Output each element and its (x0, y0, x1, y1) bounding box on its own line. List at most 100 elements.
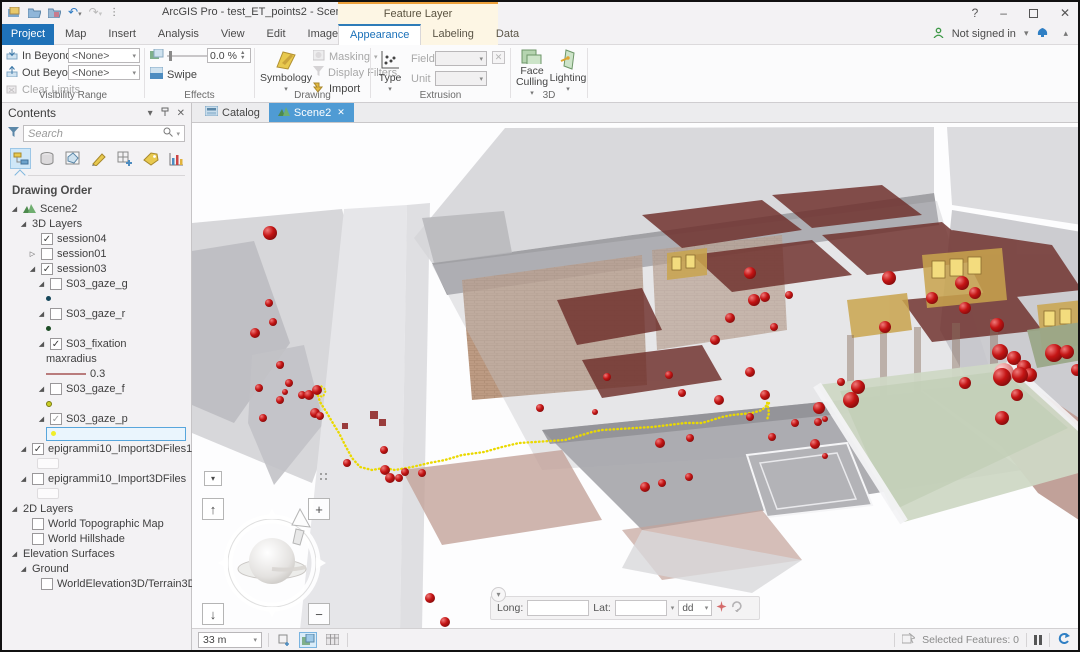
layer-visibility-checkbox[interactable]: ✓ (32, 443, 44, 455)
expander-icon[interactable]: ◢ (19, 445, 28, 453)
expander-icon[interactable]: ◢ (10, 550, 19, 558)
layer-tree-item[interactable]: ◢Ground (2, 561, 191, 576)
expander-icon[interactable]: ◢ (37, 280, 46, 288)
list-by-source-icon[interactable] (36, 148, 57, 169)
layer-visibility-checkbox[interactable] (41, 248, 53, 260)
view-tab-scene2[interactable]: Scene2 ✕ (269, 103, 354, 122)
expander-icon[interactable]: ◢ (28, 265, 37, 273)
layer-tree-item[interactable]: ◢S03_gaze_g (2, 276, 191, 291)
layer-tree-item[interactable]: ◢S03_gaze_f (2, 381, 191, 396)
view-tab-catalog[interactable]: Catalog (196, 103, 269, 122)
list-by-charts-icon[interactable] (166, 148, 187, 169)
expander-icon[interactable]: ▷ (28, 250, 37, 258)
list-by-selection-icon[interactable] (62, 148, 83, 169)
navigator-collapse-icon[interactable]: ▾ (204, 471, 222, 486)
layer-tree-item[interactable]: World Topographic Map (2, 516, 191, 531)
expander-icon[interactable]: ◢ (19, 565, 28, 573)
layer-visibility-checkbox[interactable] (50, 308, 62, 320)
panel-close-icon[interactable]: ✕ (177, 108, 185, 119)
latitude-input[interactable] (615, 600, 667, 616)
out-beyond-combo[interactable]: <None>▾ (68, 65, 140, 80)
minimize-button[interactable]: – (1000, 6, 1007, 20)
scene-viewport[interactable]: ▾ ↑ + ↓ − (192, 123, 1078, 628)
layer-tree-item[interactable]: maxradius (2, 351, 191, 366)
layer-visibility-checkbox[interactable] (50, 383, 62, 395)
close-button[interactable]: ✕ (1060, 6, 1070, 20)
signin-status[interactable]: Not signed in (952, 28, 1016, 40)
in-beyond-combo[interactable]: <None>▾ (68, 48, 140, 63)
tab-map[interactable]: Map (54, 24, 97, 45)
new-project-icon[interactable] (8, 7, 21, 18)
qat-customize-button[interactable]: ⋮ (109, 7, 120, 18)
layer-visibility-checkbox[interactable] (50, 278, 62, 290)
refresh-icon[interactable] (1057, 632, 1070, 647)
scale-combo[interactable]: 33 m▾ (198, 632, 262, 648)
layer-visibility-checkbox[interactable]: ✓ (41, 263, 53, 275)
maximize-button[interactable] (1029, 9, 1038, 18)
search-input[interactable]: Search ▾ (23, 125, 185, 142)
layer-visibility-checkbox[interactable] (32, 533, 44, 545)
expander-icon[interactable]: ◢ (19, 220, 28, 228)
collapse-ribbon-icon[interactable]: ▴ (1063, 28, 1068, 39)
layer-tree-item[interactable]: ◢✓S03_gaze_p (2, 411, 191, 426)
flash-location-icon[interactable] (716, 601, 727, 615)
tab-data[interactable]: Data (485, 24, 530, 45)
help-button[interactable]: ? (972, 6, 979, 20)
unit-combo[interactable]: ▾ (435, 71, 487, 86)
expander-icon[interactable]: ◢ (37, 415, 46, 423)
selected-symbol-row[interactable] (46, 427, 186, 441)
layer-tree-item[interactable]: WorldElevation3D/Terrain3D (2, 576, 191, 591)
undo-button[interactable]: ↶▾ (68, 5, 82, 19)
layer-tree-item[interactable]: ◢✓S03_fixation (2, 336, 191, 351)
tab-view[interactable]: View (210, 24, 256, 45)
layer-tree-item[interactable]: World Hillshade (2, 531, 191, 546)
save-project-icon[interactable] (48, 7, 61, 18)
redo-button[interactable]: ↷▾ (89, 5, 103, 19)
expander-icon[interactable]: ◢ (10, 505, 19, 513)
extrusion-clear-button[interactable]: ✕ (492, 51, 505, 64)
panel-menu-icon[interactable]: ▾ (148, 108, 153, 119)
expander-icon[interactable]: ◢ (37, 340, 46, 348)
layer-visibility-checkbox[interactable]: ✓ (50, 413, 62, 425)
dynamic-constraints-icon[interactable] (299, 632, 317, 648)
layer-tree-item[interactable]: ◢Scene2 (2, 201, 191, 216)
list-by-editing-icon[interactable] (88, 148, 109, 169)
layer-tree-item[interactable]: ◢✓session03 (2, 261, 191, 276)
coordinate-bar-collapse-icon[interactable]: ▾ (491, 587, 506, 602)
layer-tree-item[interactable]: ◢3D Layers (2, 216, 191, 231)
field-combo[interactable]: ▾ (435, 51, 487, 66)
longitude-input[interactable] (527, 600, 589, 616)
overlay-handle-dots[interactable] (320, 473, 328, 481)
pause-drawing-icon[interactable] (1034, 635, 1042, 645)
expander-icon[interactable]: ◢ (10, 205, 19, 213)
layer-tree-item[interactable]: ◢S03_gaze_r (2, 306, 191, 321)
snapping-toggle-icon[interactable] (275, 632, 293, 648)
layer-tree-item[interactable]: ◢Elevation Surfaces (2, 546, 191, 561)
panel-pin-icon[interactable] (161, 107, 169, 120)
list-by-drawing-order-icon[interactable] (10, 148, 31, 169)
expander-icon[interactable]: ◢ (37, 310, 46, 318)
expander-icon[interactable]: ◢ (19, 475, 28, 483)
open-project-icon[interactable] (28, 7, 41, 18)
layer-tree-item[interactable]: ◢epigrammi10_Import3DFiles (2, 471, 191, 486)
tab-analysis[interactable]: Analysis (147, 24, 210, 45)
layer-visibility-checkbox[interactable]: ✓ (41, 233, 53, 245)
notifications-icon[interactable] (1036, 26, 1049, 41)
in-beyond-label[interactable]: In Beyond (22, 50, 72, 62)
tab-insert[interactable]: Insert (97, 24, 147, 45)
tab-edit[interactable]: Edit (256, 24, 297, 45)
recenter-icon[interactable] (731, 601, 742, 615)
layer-visibility-checkbox[interactable] (32, 518, 44, 530)
coord-format-combo[interactable]: dd▾ (678, 600, 712, 616)
filter-icon[interactable] (8, 127, 19, 141)
layer-visibility-checkbox[interactable]: ✓ (50, 338, 62, 350)
attribute-table-icon[interactable] (323, 632, 341, 648)
selected-features-status[interactable]: Selected Features: 0 (922, 634, 1019, 646)
navigator-compass[interactable] (212, 501, 332, 621)
layer-tree-item[interactable]: ◢2D Layers (2, 501, 191, 516)
tab-labeling[interactable]: Labeling (421, 24, 485, 45)
layer-visibility-checkbox[interactable] (41, 578, 53, 590)
expander-icon[interactable]: ◢ (37, 385, 46, 393)
tab-project[interactable]: Project (2, 24, 54, 45)
layer-tree-item[interactable]: ◢✓epigrammi10_Import3DFiles1 (2, 441, 191, 456)
